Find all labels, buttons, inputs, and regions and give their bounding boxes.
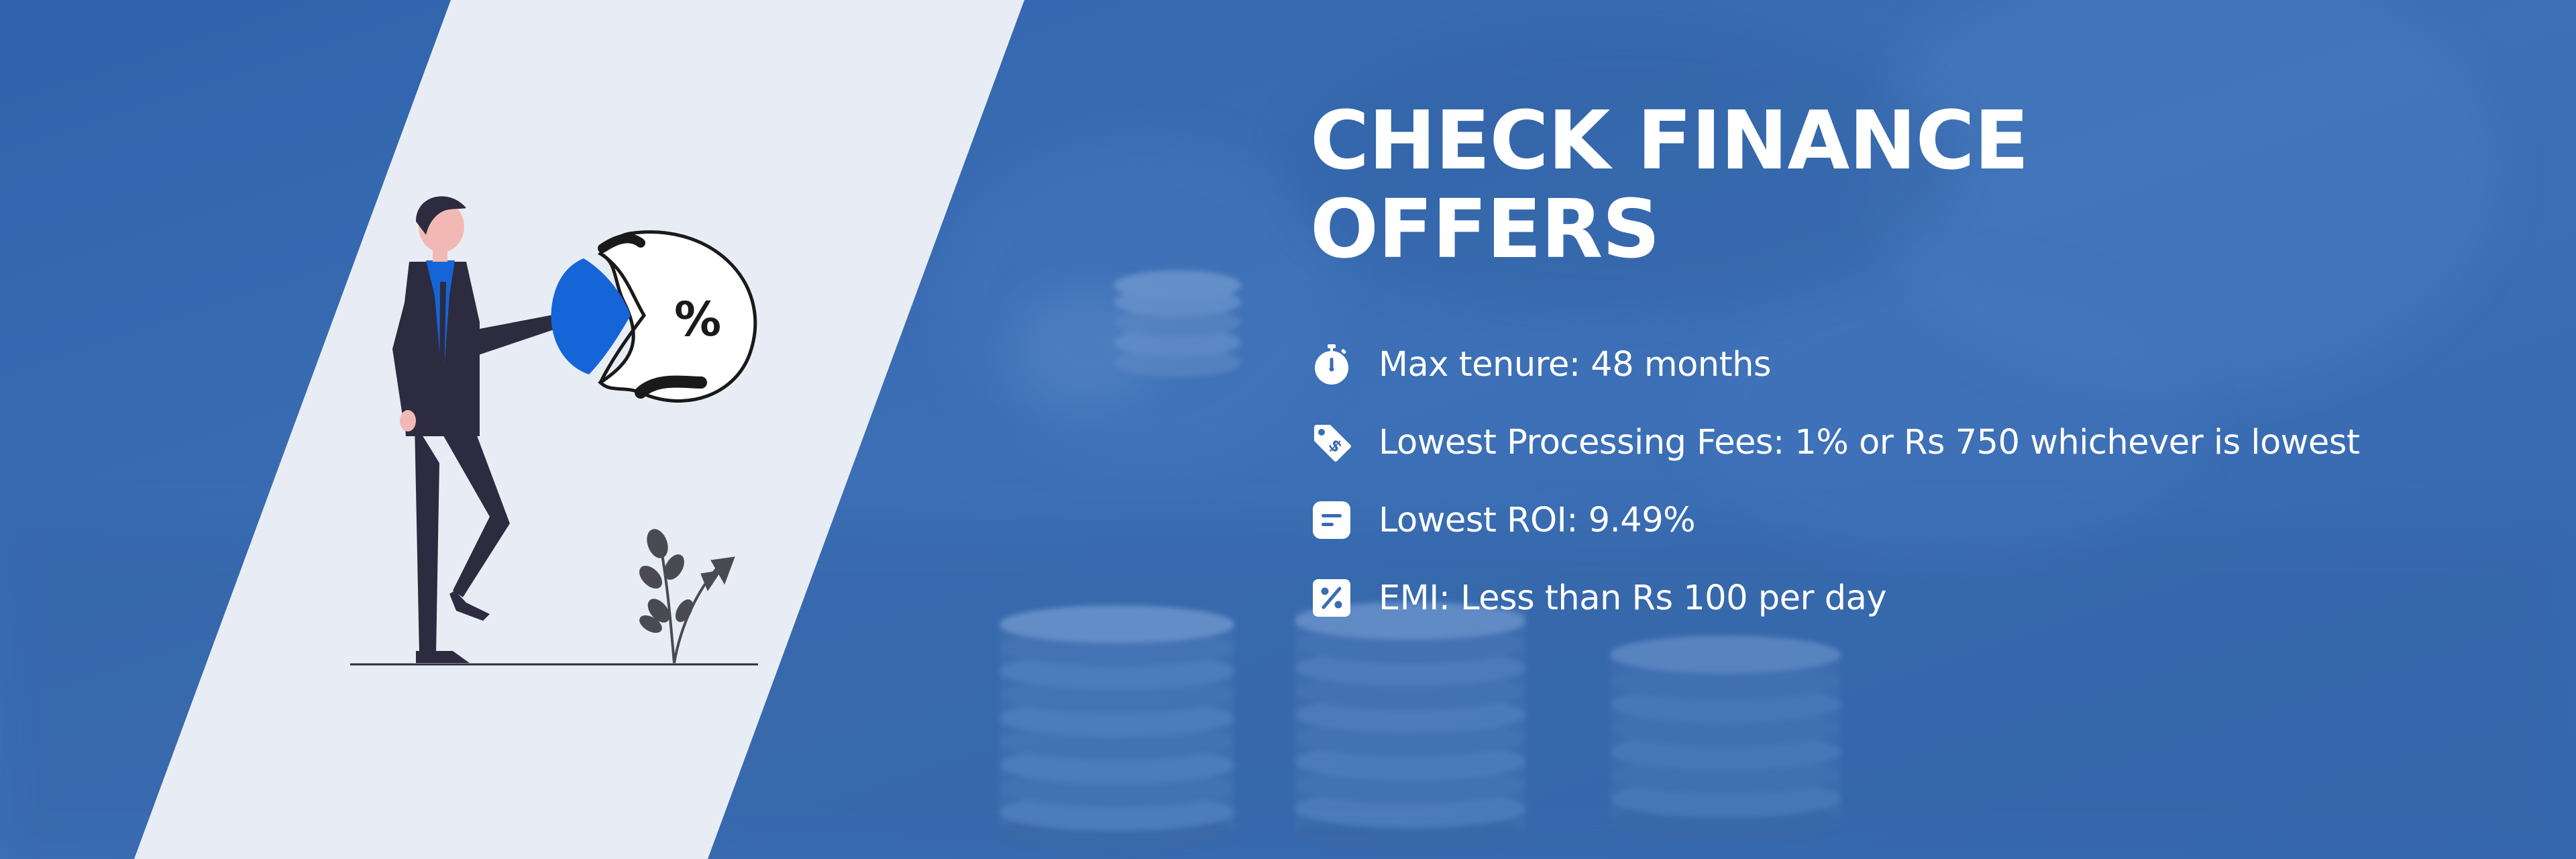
headline-line-2: OFFERS — [1310, 183, 1660, 276]
finance-offers-banner: % CHECK FINANCE OFFERS Max tenure: 48 mo… — [0, 0, 2576, 859]
feature-item-tenure: Max tenure: 48 months — [1310, 338, 2544, 391]
feature-list: Max tenure: 48 months $ Lowest Processin… — [1310, 338, 2544, 649]
headline: CHECK FINANCE OFFERS — [1310, 97, 2544, 274]
feature-text: EMI: Less than Rs 100 per day — [1379, 578, 1887, 618]
headline-line-1: CHECK FINANCE — [1310, 95, 2029, 188]
businessman-illustration: % — [350, 196, 758, 666]
document-icon — [1313, 501, 1350, 539]
feature-text: Lowest Processing Fees: 1% or Rs 750 whi… — [1379, 422, 2360, 462]
price-tag-icon: $ — [1314, 425, 1351, 462]
feature-item-processing-fees: $ Lowest Processing Fees: 1% or Rs 750 w… — [1310, 415, 2544, 469]
feature-text: Max tenure: 48 months — [1379, 344, 1772, 385]
percent-icon — [1313, 579, 1350, 617]
offer-content: CHECK FINANCE OFFERS Max tenure: 48 mont… — [1310, 97, 2544, 768]
feature-text: Lowest ROI: 9.49% — [1379, 500, 1696, 540]
stopwatch-icon — [1315, 344, 1348, 385]
feature-item-emi: EMI: Less than Rs 100 per day — [1310, 571, 2544, 625]
percent-symbol: % — [674, 292, 721, 347]
plant-icon — [639, 529, 735, 664]
feature-item-roi: Lowest ROI: 9.49% — [1310, 493, 2544, 547]
